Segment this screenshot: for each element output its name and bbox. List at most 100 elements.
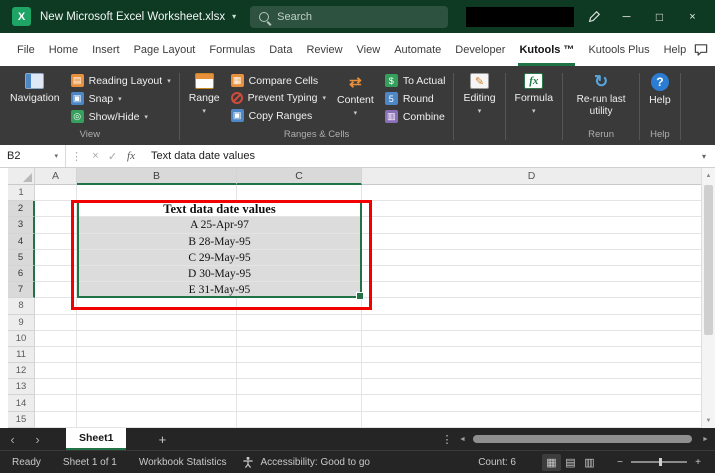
- tab-developer[interactable]: Developer: [448, 33, 512, 66]
- close-button[interactable]: ×: [676, 0, 709, 33]
- cell-D10[interactable]: [362, 331, 701, 347]
- name-box[interactable]: B2 ▾: [0, 145, 66, 167]
- cell-B12[interactable]: [77, 363, 237, 379]
- page-break-view-icon[interactable]: ▥: [580, 454, 599, 471]
- prevent-typing-button[interactable]: Prevent Typing ▾: [226, 90, 331, 106]
- cell-A11[interactable]: [35, 347, 77, 363]
- to-actual-button[interactable]: $ To Actual: [380, 72, 451, 89]
- excel-logo-icon[interactable]: X: [12, 7, 31, 26]
- insert-function-icon[interactable]: fx: [121, 150, 141, 162]
- cell-text-B7[interactable]: E 31-May-95: [77, 282, 362, 298]
- cell-A4[interactable]: [35, 234, 77, 250]
- cell-D14[interactable]: [362, 395, 701, 411]
- tab-file[interactable]: File: [10, 33, 42, 66]
- row-header-2[interactable]: 2: [8, 201, 35, 217]
- round-button[interactable]: 5 Round: [380, 90, 451, 107]
- reading-layout-button[interactable]: ▤ Reading Layout ▾: [66, 72, 176, 89]
- cell-A1[interactable]: [35, 185, 77, 201]
- tab-automate[interactable]: Automate: [387, 33, 448, 66]
- cell-D15[interactable]: [362, 412, 701, 428]
- column-header-A[interactable]: A: [35, 168, 77, 185]
- cell-A12[interactable]: [35, 363, 77, 379]
- tab-data[interactable]: Data: [262, 33, 299, 66]
- horizontal-scrollbar-track[interactable]: [470, 428, 698, 450]
- name-box-chevron-down-icon[interactable]: ▾: [54, 152, 58, 160]
- page-layout-view-icon[interactable]: ▤: [561, 454, 580, 471]
- range-button[interactable]: Range ▾: [183, 71, 226, 117]
- rerun-last-utility-button[interactable]: ↻ Re-run last utility: [566, 71, 636, 119]
- cell-A15[interactable]: [35, 412, 77, 428]
- cell-A2[interactable]: [35, 201, 77, 217]
- combine-button[interactable]: ▥ Combine: [380, 108, 451, 125]
- tab-review[interactable]: Review: [299, 33, 349, 66]
- cell-C9[interactable]: [237, 315, 362, 331]
- cell-text-B5[interactable]: C 29-May-95: [77, 250, 362, 266]
- tab-home[interactable]: Home: [42, 33, 85, 66]
- select-all-corner[interactable]: [8, 168, 35, 185]
- vertical-scrollbar-thumb[interactable]: [704, 185, 713, 335]
- search-box[interactable]: Search: [250, 6, 448, 28]
- row-header-7[interactable]: 7: [8, 282, 35, 298]
- cell-B13[interactable]: [77, 379, 237, 395]
- cell-C13[interactable]: [237, 379, 362, 395]
- cell-D2[interactable]: [362, 201, 701, 217]
- cell-B11[interactable]: [77, 347, 237, 363]
- cell-B9[interactable]: [77, 315, 237, 331]
- cell-B8[interactable]: [77, 298, 237, 314]
- cell-C1[interactable]: [237, 185, 362, 201]
- formula-bar-expand-icon[interactable]: ▾: [702, 152, 706, 161]
- row-header-6[interactable]: 6: [8, 266, 35, 282]
- cell-A6[interactable]: [35, 266, 77, 282]
- column-header-B[interactable]: B: [77, 168, 237, 185]
- cell-D8[interactable]: [362, 298, 701, 314]
- cell-C14[interactable]: [237, 395, 362, 411]
- tab-kutools[interactable]: Kutools ™: [512, 33, 581, 66]
- zoom-slider-thumb[interactable]: [659, 458, 662, 466]
- cell-D13[interactable]: [362, 379, 701, 395]
- zoom-out-button[interactable]: −: [613, 457, 627, 468]
- title-chevron-down-icon[interactable]: ▾: [232, 12, 236, 21]
- tab-kutools-plus[interactable]: Kutools Plus: [581, 33, 656, 66]
- cell-B1[interactable]: [77, 185, 237, 201]
- cell-A3[interactable]: [35, 217, 77, 233]
- cell-B14[interactable]: [77, 395, 237, 411]
- normal-view-icon[interactable]: ▦: [542, 454, 561, 471]
- comments-icon[interactable]: [693, 42, 709, 57]
- zoom-slider[interactable]: [631, 461, 687, 463]
- sheet-tab-sheet1[interactable]: Sheet1: [66, 428, 126, 450]
- zoom-in-button[interactable]: +: [691, 457, 705, 468]
- row-header-11[interactable]: 11: [8, 347, 35, 363]
- cell-B15[interactable]: [77, 412, 237, 428]
- horizontal-scrollbar-thumb[interactable]: [473, 435, 692, 443]
- scroll-left-icon[interactable]: ◄: [455, 436, 470, 443]
- formula-bar-content[interactable]: Text data date values: [151, 150, 255, 162]
- sheet-bar-more-icon[interactable]: ⋮: [439, 433, 455, 446]
- cell-A5[interactable]: [35, 250, 77, 266]
- cell-D7[interactable]: [362, 282, 701, 298]
- column-header-D[interactable]: D: [362, 168, 701, 185]
- cell-D1[interactable]: [362, 185, 701, 201]
- cell-A8[interactable]: [35, 298, 77, 314]
- row-header-5[interactable]: 5: [8, 250, 35, 266]
- cancel-icon[interactable]: ×: [87, 150, 104, 162]
- ink-pen-icon[interactable]: [577, 0, 610, 33]
- cell-B10[interactable]: [77, 331, 237, 347]
- row-header-1[interactable]: 1: [8, 185, 35, 201]
- window-title[interactable]: New Microsoft Excel Worksheet.xlsx: [40, 11, 225, 23]
- copy-ranges-button[interactable]: ▣ Copy Ranges: [226, 107, 331, 124]
- column-header-C[interactable]: C: [237, 168, 362, 185]
- cell-D4[interactable]: [362, 234, 701, 250]
- editing-button[interactable]: ✎ Editing ▾: [457, 71, 501, 117]
- tab-insert[interactable]: Insert: [85, 33, 127, 66]
- cell-D3[interactable]: [362, 217, 701, 233]
- enter-icon[interactable]: ✓: [104, 150, 121, 163]
- cell-D5[interactable]: [362, 250, 701, 266]
- formula-button[interactable]: fx Formula ▾: [509, 71, 560, 117]
- row-header-10[interactable]: 10: [8, 331, 35, 347]
- formula-bar-drag-handle-icon[interactable]: ⋮: [71, 150, 82, 163]
- help-button[interactable]: ? Help: [643, 71, 677, 108]
- cell-D6[interactable]: [362, 266, 701, 282]
- cell-C15[interactable]: [237, 412, 362, 428]
- row-header-9[interactable]: 9: [8, 315, 35, 331]
- scroll-right-icon[interactable]: ►: [698, 436, 713, 443]
